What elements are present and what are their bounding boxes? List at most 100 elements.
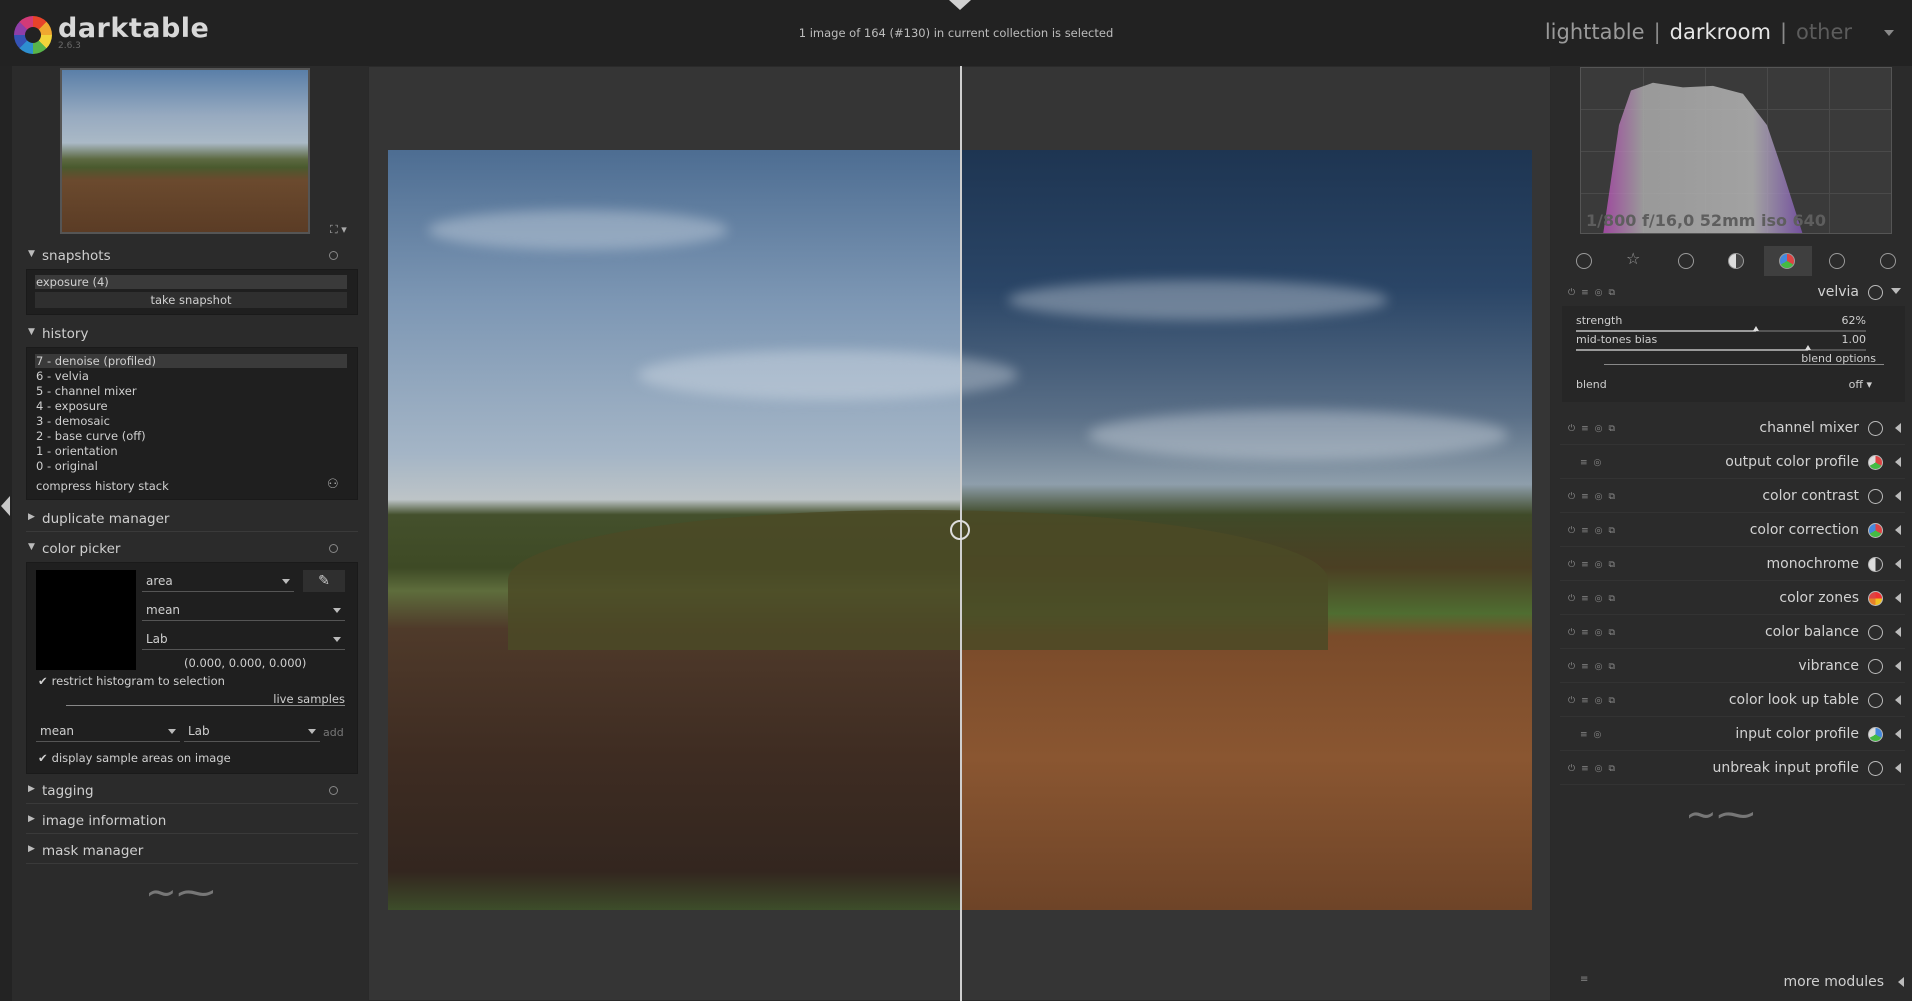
history-header[interactable]: ▼ history — [20, 321, 360, 347]
module-color-look-up-table[interactable]: ⏻≡◎⧉ color look up table — [1560, 683, 1905, 717]
add-sample-button[interactable]: add — [323, 726, 344, 739]
navigation-thumbnail[interactable] — [60, 68, 310, 234]
module-monochrome[interactable]: ⏻≡◎⧉ monochrome — [1560, 547, 1905, 581]
reset-icon[interactable] — [329, 786, 338, 795]
lut-icon — [1868, 693, 1883, 708]
picker-colorspace-select[interactable]: Lab — [142, 628, 345, 650]
collapse-arrow-icon[interactable] — [1895, 661, 1901, 671]
image-information-header[interactable]: ▶ image information — [20, 808, 360, 834]
view-other[interactable]: other — [1796, 20, 1852, 44]
view-lighttable[interactable]: lighttable — [1545, 20, 1645, 44]
tagging-header[interactable]: ▶ tagging — [20, 778, 360, 804]
history-item[interactable]: 3 - demosaic — [36, 414, 110, 428]
collapse-arrow-icon[interactable] — [1895, 763, 1901, 773]
snapshot-item[interactable]: exposure (4) — [36, 275, 109, 289]
mask-manager-header[interactable]: ▶ mask manager — [20, 838, 360, 864]
velvia-icon — [1868, 285, 1883, 300]
star-icon[interactable]: ☆ — [1626, 249, 1640, 268]
module-controls-icon[interactable]: ⏻≡◎⧉ — [1568, 526, 1621, 536]
circle-icon[interactable] — [1678, 253, 1694, 269]
restrict-histogram-checkbox[interactable]: ✔ restrict histogram to selection — [38, 674, 225, 688]
divider — [26, 863, 358, 864]
slider-knob-icon[interactable] — [1805, 345, 1811, 350]
more-modules-row[interactable]: ≡ more modules — [1560, 968, 1908, 996]
histogram[interactable] — [1580, 67, 1892, 234]
collapse-arrow-icon[interactable] — [1895, 695, 1901, 705]
picker-mode-select[interactable]: area — [142, 570, 294, 592]
module-controls-icon[interactable]: ⏻≡◎⧉ — [1568, 696, 1621, 706]
take-snapshot-button[interactable]: take snapshot — [35, 292, 347, 308]
module-controls-icon[interactable]: ⏻≡◎⧉ — [1568, 424, 1621, 434]
collapse-arrow-icon[interactable] — [1895, 627, 1901, 637]
color-icon[interactable] — [1779, 253, 1795, 269]
module-controls-icon[interactable]: ≡◎ — [1580, 730, 1607, 740]
collapse-arrow-icon[interactable] — [1895, 491, 1901, 501]
picker-statistic-select[interactable]: mean — [142, 599, 345, 621]
expand-arrow-icon[interactable] — [1891, 288, 1901, 294]
view-separator: | — [1653, 20, 1661, 44]
history-item[interactable]: 6 - velvia — [36, 369, 89, 383]
views-dropdown-icon[interactable] — [1884, 30, 1894, 36]
sample-statistic-select[interactable]: mean — [36, 720, 180, 742]
view-darkroom[interactable]: darkroom — [1670, 20, 1771, 44]
history-item[interactable]: 5 - channel mixer — [36, 384, 137, 398]
module-color-balance[interactable]: ⏻≡◎⧉ color balance — [1560, 615, 1905, 649]
module-channel-mixer[interactable]: ⏻≡◎⧉ channel mixer — [1560, 411, 1905, 445]
zoom-expand-icon[interactable]: ⛶ ▾ — [330, 223, 347, 237]
duplicate-manager-header[interactable]: ▶ duplicate manager — [20, 506, 360, 532]
blend-mode-value: off — [1848, 378, 1863, 391]
tone-icon[interactable] — [1728, 253, 1744, 269]
reset-icon[interactable] — [329, 544, 338, 553]
collapse-arrow-icon[interactable] — [1898, 977, 1904, 987]
collapse-arrow-icon[interactable] — [1895, 525, 1901, 535]
module-color-zones[interactable]: ⏻≡◎⧉ color zones — [1560, 581, 1905, 615]
module-controls-icon[interactable]: ⏻≡◎⧉ — [1568, 594, 1621, 604]
color-picker-icon[interactable]: ✎ — [303, 570, 345, 592]
module-controls-icon[interactable]: ⏻≡◎⧉ — [1568, 492, 1621, 502]
effect-icon[interactable] — [1880, 253, 1896, 269]
module-controls-icon[interactable]: ≡◎ — [1580, 458, 1607, 468]
top-panel-toggle-icon[interactable] — [949, 0, 971, 10]
power-icon[interactable] — [1576, 253, 1592, 269]
history-item[interactable]: 1 - orientation — [36, 444, 118, 458]
left-panel-collapse-icon[interactable] — [1, 496, 10, 516]
module-input-color-profile[interactable]: ≡◎ input color profile — [1560, 717, 1905, 751]
mask-manager-title: mask manager — [42, 843, 144, 859]
collapse-arrow-icon[interactable] — [1895, 559, 1901, 569]
collapse-arrow-icon[interactable] — [1895, 593, 1901, 603]
snapshots-header[interactable]: ▼ snapshots — [20, 243, 360, 269]
collapse-arrow-icon[interactable] — [1895, 729, 1901, 739]
collapse-arrow-icon[interactable] — [1895, 423, 1901, 433]
module-velvia[interactable]: ⏻≡◎⧉ velvia — [1560, 275, 1905, 309]
module-controls-icon[interactable]: ⏻≡◎⧉ — [1568, 662, 1621, 672]
module-controls-icon[interactable]: ⏻≡◎⧉ — [1568, 288, 1621, 298]
correct-icon[interactable] — [1829, 253, 1845, 269]
rotate-split-icon[interactable] — [950, 520, 970, 540]
display-samples-checkbox[interactable]: ✔ display sample areas on image — [38, 751, 231, 765]
history-item[interactable]: 2 - base curve (off) — [36, 429, 146, 443]
history-item[interactable]: 7 - denoise (profiled) — [36, 354, 156, 368]
midtones-bias-slider[interactable]: mid-tones bias 1.00 — [1576, 333, 1866, 351]
module-vibrance[interactable]: ⏻≡◎⧉ vibrance — [1560, 649, 1905, 683]
compress-history-button[interactable]: compress history stack — [36, 479, 169, 493]
module-controls-icon[interactable]: ⏻≡◎⧉ — [1568, 560, 1621, 570]
strength-slider[interactable]: strength 62% — [1576, 314, 1866, 332]
strength-value: 62% — [1841, 314, 1866, 327]
compress-history-icon[interactable]: ⚇ — [327, 477, 339, 492]
blend-mode-select[interactable]: off ▾ — [1849, 378, 1872, 391]
module-output-color-profile[interactable]: ≡◎ output color profile — [1560, 445, 1905, 479]
history-item[interactable]: 4 - exposure — [36, 399, 108, 413]
color-picker-header[interactable]: ▼ color picker — [20, 536, 360, 562]
reset-icon[interactable] — [329, 251, 338, 260]
slider-knob-icon[interactable] — [1752, 326, 1759, 331]
collapse-arrow-icon[interactable] — [1895, 457, 1901, 467]
module-color-contrast[interactable]: ⏻≡◎⧉ color contrast — [1560, 479, 1905, 513]
menu-icon[interactable]: ≡ — [1580, 974, 1588, 985]
module-color-correction[interactable]: ⏻≡◎⧉ color correction — [1560, 513, 1905, 547]
module-controls-icon[interactable]: ⏻≡◎⧉ — [1568, 628, 1621, 638]
module-controls-icon[interactable]: ⏻≡◎⧉ — [1568, 764, 1621, 774]
history-item[interactable]: 0 - original — [36, 459, 98, 473]
color-picker-title: color picker — [42, 541, 121, 557]
module-unbreak-input-profile[interactable]: ⏻≡◎⧉ unbreak input profile — [1560, 751, 1905, 785]
sample-colorspace-select[interactable]: Lab — [184, 720, 320, 742]
